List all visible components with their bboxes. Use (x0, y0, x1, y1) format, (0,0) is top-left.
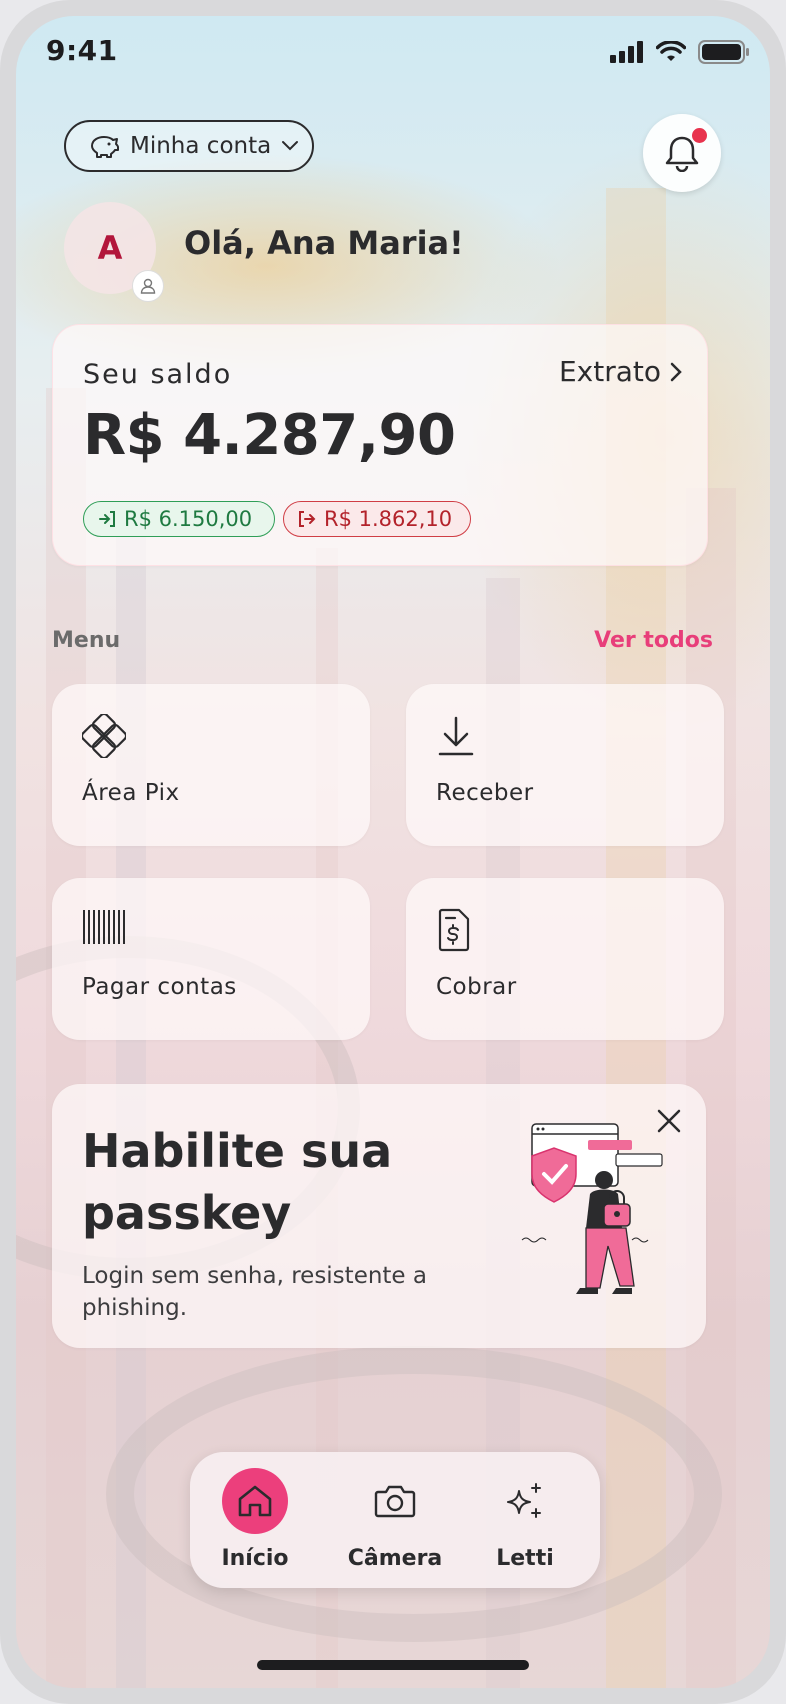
statement-link-label: Extrato (558, 355, 661, 388)
phone-frame: 9:41 Minha conta A Olá, Ana Maria! Seu s… (0, 0, 786, 1704)
invoice-dollar-icon (438, 908, 470, 952)
camera-icon (362, 1468, 428, 1534)
home-icon (222, 1468, 288, 1534)
tab-label: Câmera (347, 1546, 443, 1571)
menu-item-label: Cobrar (436, 974, 517, 1000)
chevron-down-icon (282, 141, 299, 151)
arrow-in-icon (99, 511, 115, 527)
user-badge-icon (132, 270, 164, 302)
account-selector[interactable]: Minha conta (64, 120, 314, 172)
home-indicator[interactable] (257, 1660, 529, 1670)
passkey-promo-card[interactable]: Habilite sua passkey Login sem senha, re… (52, 1084, 706, 1348)
see-all-link[interactable]: Ver todos (594, 628, 713, 653)
menu-item-label: Receber (436, 780, 534, 806)
download-icon (438, 716, 474, 756)
balance-label: Seu saldo (83, 359, 233, 390)
menu-item-label: Pagar contas (82, 974, 237, 1000)
tab-label: Início (221, 1546, 289, 1571)
tab-letti[interactable]: Letti (470, 1468, 580, 1571)
battery-icon (698, 40, 749, 64)
account-label: Minha conta (130, 133, 272, 159)
unread-badge (692, 128, 707, 143)
tab-inicio[interactable]: Início (200, 1468, 310, 1571)
status-icons (610, 40, 750, 64)
greeting: Olá, Ana Maria! (184, 224, 464, 262)
pix-icon (82, 714, 126, 758)
income-value: R$ 6.150,00 (124, 507, 253, 531)
barcode-icon (83, 910, 125, 944)
menu-item-pagar-contas[interactable]: Pagar contas (52, 878, 370, 1040)
expense-value: R$ 1.862,10 (324, 507, 453, 531)
bottom-nav: Início Câmera Letti (190, 1452, 600, 1588)
menu-item-receber[interactable]: Receber (406, 684, 724, 846)
promo-title: Habilite sua passkey (82, 1124, 393, 1240)
tab-label: Letti (496, 1546, 554, 1571)
balance-card: Seu saldo Extrato R$ 4.287,90 R$ 6.150,0… (52, 324, 708, 566)
menu-item-label: Área Pix (82, 780, 180, 806)
menu-item-cobrar[interactable]: Cobrar (406, 878, 724, 1040)
promo-subtitle: Login sem senha, resistente a phishing. (82, 1263, 427, 1321)
chevron-right-icon (670, 362, 682, 381)
balance-value: R$ 4.287,90 (83, 403, 456, 468)
status-time: 9:41 (46, 34, 118, 67)
app-screen: 9:41 Minha conta A Olá, Ana Maria! Seu s… (16, 16, 770, 1688)
statement-link[interactable]: Extrato (559, 355, 683, 388)
arrow-out-icon (299, 511, 316, 527)
security-illustration-icon (521, 1123, 663, 1294)
expense-chip[interactable]: R$ 1.862,10 (283, 501, 471, 537)
sparkles-icon (492, 1468, 558, 1534)
signal-icon (610, 41, 643, 63)
menu-item-area-pix[interactable]: Área Pix (52, 684, 370, 846)
wifi-icon (656, 41, 686, 61)
menu-title: Menu (52, 628, 121, 653)
notification-button[interactable] (643, 114, 721, 192)
tab-camera[interactable]: Câmera (340, 1468, 450, 1571)
income-chip[interactable]: R$ 6.150,00 (83, 501, 275, 537)
piggy-bank-icon (91, 136, 119, 158)
